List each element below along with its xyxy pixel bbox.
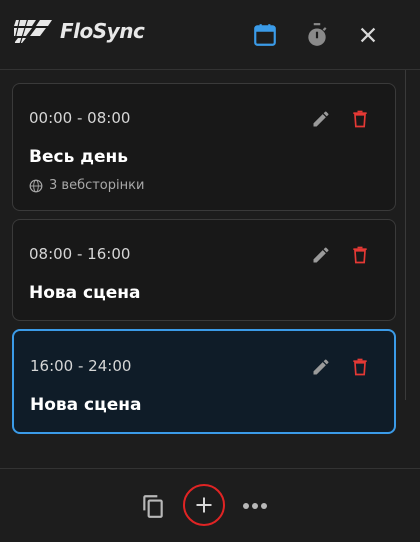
scene-meta: 3 вебсторінки xyxy=(29,178,144,193)
pencil-icon xyxy=(313,111,329,127)
pencil-icon xyxy=(313,359,329,375)
delete-button[interactable] xyxy=(348,107,372,131)
scene-title: Весь день xyxy=(29,147,128,167)
app-name: FloSync xyxy=(60,19,145,43)
header-bar: FloSync xyxy=(0,0,420,70)
trash-icon xyxy=(353,246,367,264)
timer-icon xyxy=(308,23,327,46)
scene-title: Нова сцена xyxy=(29,283,141,303)
scene-card[interactable]: 00:00 - 08:00 Весь день 3 вебсторінки xyxy=(12,83,396,211)
trash-icon xyxy=(353,110,367,128)
delete-button[interactable] xyxy=(348,243,372,267)
more-icon xyxy=(243,503,267,509)
calendar-button[interactable] xyxy=(251,21,279,49)
pencil-icon xyxy=(313,247,329,263)
calendar-icon xyxy=(254,24,276,46)
delete-button[interactable] xyxy=(348,355,372,379)
scene-card[interactable]: 08:00 - 16:00 Нова сцена xyxy=(12,219,396,321)
app-logo: FloSync xyxy=(14,18,145,44)
logo-icon xyxy=(14,18,52,44)
close-icon xyxy=(360,27,376,43)
app-window: FloSync 00:00 - 08:00 Весь день 3 вебсто… xyxy=(0,0,420,542)
scene-card-selected[interactable]: 16:00 - 24:00 Нова сцена xyxy=(12,329,396,434)
scrollbar[interactable] xyxy=(405,70,406,400)
edit-button[interactable] xyxy=(309,107,333,131)
scene-time: 16:00 - 24:00 xyxy=(30,357,132,375)
scene-time: 00:00 - 08:00 xyxy=(29,109,131,127)
more-button[interactable] xyxy=(240,492,270,520)
timer-button[interactable] xyxy=(303,21,331,49)
globe-icon xyxy=(29,179,43,192)
scene-time: 08:00 - 16:00 xyxy=(29,245,131,263)
close-button[interactable] xyxy=(354,21,382,49)
copy-icon xyxy=(143,495,163,518)
add-scene-button[interactable] xyxy=(183,484,225,526)
trash-icon xyxy=(353,358,367,376)
scene-title: Нова сцена xyxy=(30,395,142,415)
copy-button[interactable] xyxy=(139,492,167,520)
edit-button[interactable] xyxy=(309,243,333,267)
plus-icon xyxy=(196,497,212,513)
edit-button[interactable] xyxy=(309,355,333,379)
scene-meta-text: 3 вебсторінки xyxy=(49,178,145,193)
footer-toolbar xyxy=(0,468,420,542)
